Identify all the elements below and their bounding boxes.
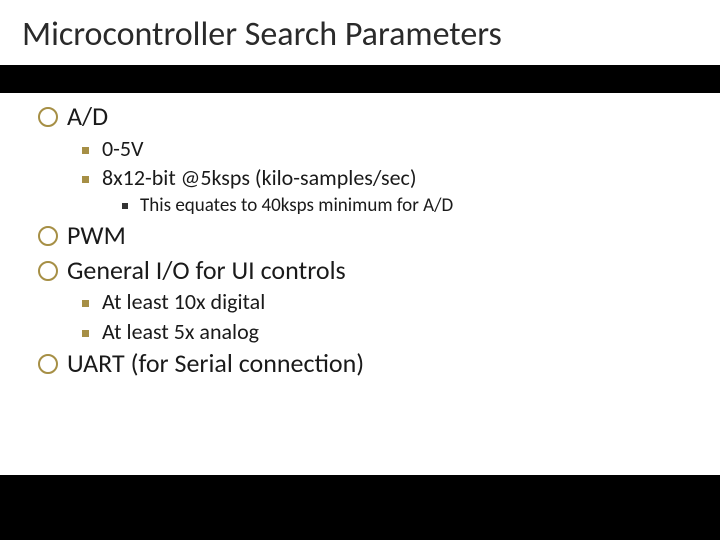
slide: Microcontroller Search Parameters A/D 0-… bbox=[0, 0, 720, 540]
list-item-text: PWM bbox=[67, 219, 126, 252]
list-item-text: At least 10x digital bbox=[102, 288, 265, 316]
list-item-text: 8x12-bit @5ksps (kilo-samples/sec) bbox=[102, 164, 417, 192]
list-item: At least 5x analog bbox=[0, 317, 720, 347]
list-item: A/D bbox=[0, 99, 720, 134]
title-bar: Microcontroller Search Parameters bbox=[0, 0, 720, 65]
slide-body: A/D 0-5V 8x12-bit @5ksps (kilo-samples/s… bbox=[0, 93, 720, 475]
square-bullet-icon bbox=[82, 330, 89, 337]
list-item-text: General I/O for UI controls bbox=[67, 254, 346, 287]
list-item-text: 0-5V bbox=[102, 135, 144, 163]
circle-bullet-icon bbox=[38, 354, 58, 374]
circle-bullet-icon bbox=[38, 226, 58, 246]
list-item: UART (for Serial connection) bbox=[0, 346, 720, 381]
list-item-text: At least 5x analog bbox=[102, 318, 259, 346]
list-item-text: UART (for Serial connection) bbox=[67, 347, 364, 380]
list-item: This equates to 40ksps minimum for A/D bbox=[0, 193, 720, 219]
circle-bullet-icon bbox=[38, 107, 58, 127]
list-item: PWM bbox=[0, 218, 720, 253]
list-item: General I/O for UI controls bbox=[0, 253, 720, 288]
list-item-text: This equates to 40ksps minimum for A/D bbox=[140, 194, 453, 218]
circle-bullet-icon bbox=[38, 261, 58, 281]
list-item: 0-5V bbox=[0, 134, 720, 164]
list-item: 8x12-bit @5ksps (kilo-samples/sec) bbox=[0, 163, 720, 193]
square-bullet-icon bbox=[82, 147, 89, 154]
small-square-bullet-icon bbox=[122, 203, 128, 209]
list-item-text: A/D bbox=[67, 100, 108, 133]
list-item: At least 10x digital bbox=[0, 287, 720, 317]
slide-title: Microcontroller Search Parameters bbox=[22, 14, 698, 55]
square-bullet-icon bbox=[82, 176, 89, 183]
square-bullet-icon bbox=[82, 300, 89, 307]
